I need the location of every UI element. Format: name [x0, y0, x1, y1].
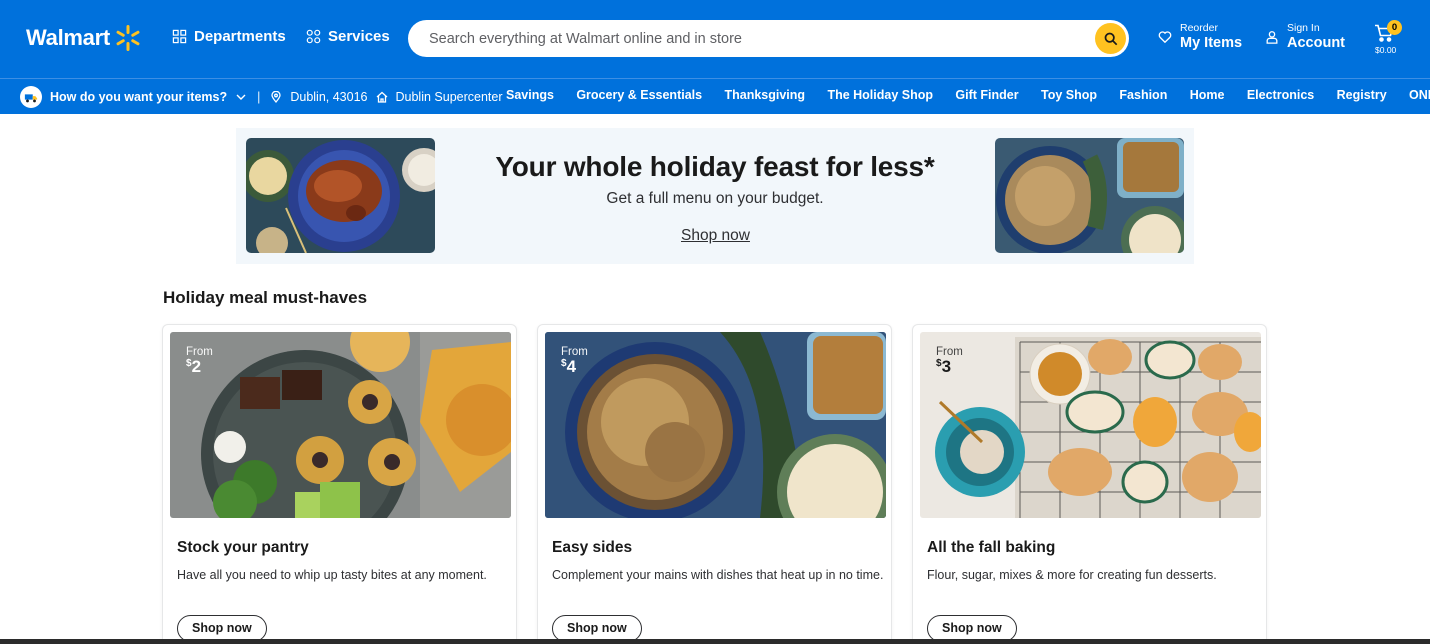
card-title: Stock your pantry — [177, 539, 309, 556]
services-button[interactable]: Services — [306, 28, 390, 45]
price-tag: From $3 — [936, 346, 963, 376]
hero-banner[interactable]: Your whole holiday feast for less* Get a… — [236, 128, 1194, 264]
fulfillment-selector[interactable]: How do you want your items? | Dublin, 43… — [20, 86, 503, 108]
departments-label: Departments — [194, 28, 286, 45]
reorder-button[interactable]: Reorder My Items — [1158, 22, 1242, 52]
card-description: Complement your mains with dishes that h… — [552, 568, 884, 582]
price-amount: $4 — [561, 358, 588, 376]
grid-icon — [172, 29, 187, 44]
logo-text: Walmart — [26, 25, 110, 50]
reorder-small-label: Reorder — [1180, 22, 1218, 34]
person-icon — [1266, 31, 1278, 44]
price-from-label: From — [186, 346, 213, 358]
card-description: Have all you need to whip up tasty bites… — [177, 568, 487, 582]
search-icon — [1104, 32, 1117, 45]
heart-icon — [1158, 31, 1172, 44]
card-title: Easy sides — [552, 539, 633, 556]
pantry-image: From $2 — [170, 332, 511, 518]
casserole-image — [995, 138, 1184, 253]
nav-link-toy-shop[interactable]: Toy Shop — [1041, 88, 1097, 102]
card-description: Flour, sugar, mixes & more for creating … — [927, 568, 1217, 582]
nav-link-savings[interactable]: Savings — [506, 88, 554, 102]
price-value: 3 — [941, 357, 952, 377]
location-text: Dublin, 43016 — [290, 90, 368, 104]
account-button[interactable]: Sign In Account — [1265, 22, 1345, 52]
departments-button[interactable]: Departments — [172, 28, 286, 45]
price-amount: $3 — [936, 358, 963, 376]
nav-link-thanksgiving[interactable]: Thanksgiving — [724, 88, 805, 102]
price-value: 2 — [191, 357, 202, 377]
search-input[interactable] — [429, 30, 1069, 47]
walmart-logo[interactable]: Walmart — [26, 24, 142, 52]
card-title: All the fall baking — [927, 539, 1056, 556]
sides-image: From $4 — [545, 332, 886, 518]
sub-navigation: How do you want your items? | Dublin, 43… — [0, 78, 1430, 114]
store-icon — [376, 91, 387, 103]
window-bottom-edge — [0, 639, 1430, 644]
shop-now-button[interactable]: Shop now — [552, 615, 642, 642]
price-from-label: From — [936, 346, 963, 358]
nav-link-fashion[interactable]: Fashion — [1119, 88, 1167, 102]
services-label: Services — [328, 28, 390, 45]
search-bar — [408, 20, 1129, 57]
hero-shop-now-link[interactable]: Shop now — [681, 227, 750, 245]
nav-link-electronics[interactable]: Electronics — [1247, 88, 1314, 102]
cart-total: $0.00 — [1375, 45, 1397, 55]
price-amount: $2 — [186, 358, 213, 376]
store-text: Dublin Supercenter — [395, 90, 503, 104]
cart-button[interactable]: 0 $0.00 — [1372, 20, 1402, 60]
nav-link-holiday-shop[interactable]: The Holiday Shop — [827, 88, 933, 102]
search-button[interactable] — [1095, 23, 1126, 54]
shop-now-button[interactable]: Shop now — [177, 615, 267, 642]
chevron-down-icon — [236, 94, 246, 100]
location-pin-icon — [271, 91, 281, 103]
fulfillment-label: How do you want your items? — [50, 90, 228, 104]
nav-link-gift-finder[interactable]: Gift Finder — [955, 88, 1018, 102]
top-header: Walmart Departments Services Search ever… — [0, 0, 1430, 78]
category-card-sides[interactable]: From $4 Easy sides Complement your mains… — [537, 324, 892, 644]
nav-link-grocery[interactable]: Grocery & Essentials — [576, 88, 702, 102]
cart-count-badge: 0 — [1387, 20, 1402, 35]
signin-small-label: Sign In — [1287, 22, 1320, 34]
account-big-label: Account — [1287, 35, 1345, 51]
price-tag: From $2 — [186, 346, 213, 376]
separator: | — [257, 90, 261, 104]
reorder-big-label: My Items — [1180, 35, 1243, 51]
nav-links: Savings Grocery & Essentials Thanksgivin… — [506, 88, 1430, 102]
baking-image: From $3 — [920, 332, 1261, 518]
price-from-label: From — [561, 346, 588, 358]
nav-link-registry[interactable]: Registry — [1337, 88, 1387, 102]
category-card-pantry[interactable]: From $2 Stock your pantry Have all you n… — [162, 324, 517, 644]
price-tag: From $4 — [561, 346, 588, 376]
nav-link-one-debit[interactable]: ONE Debit — [1409, 88, 1430, 102]
price-value: 4 — [566, 357, 577, 377]
services-icon — [306, 29, 321, 44]
section-title: Holiday meal must-haves — [163, 288, 368, 307]
category-card-baking[interactable]: From $3 All the fall baking Flour, sugar… — [912, 324, 1267, 644]
nav-link-home[interactable]: Home — [1190, 88, 1225, 102]
shop-now-button[interactable]: Shop now — [927, 615, 1017, 642]
truck-icon — [20, 86, 42, 108]
spark-icon — [116, 25, 140, 51]
